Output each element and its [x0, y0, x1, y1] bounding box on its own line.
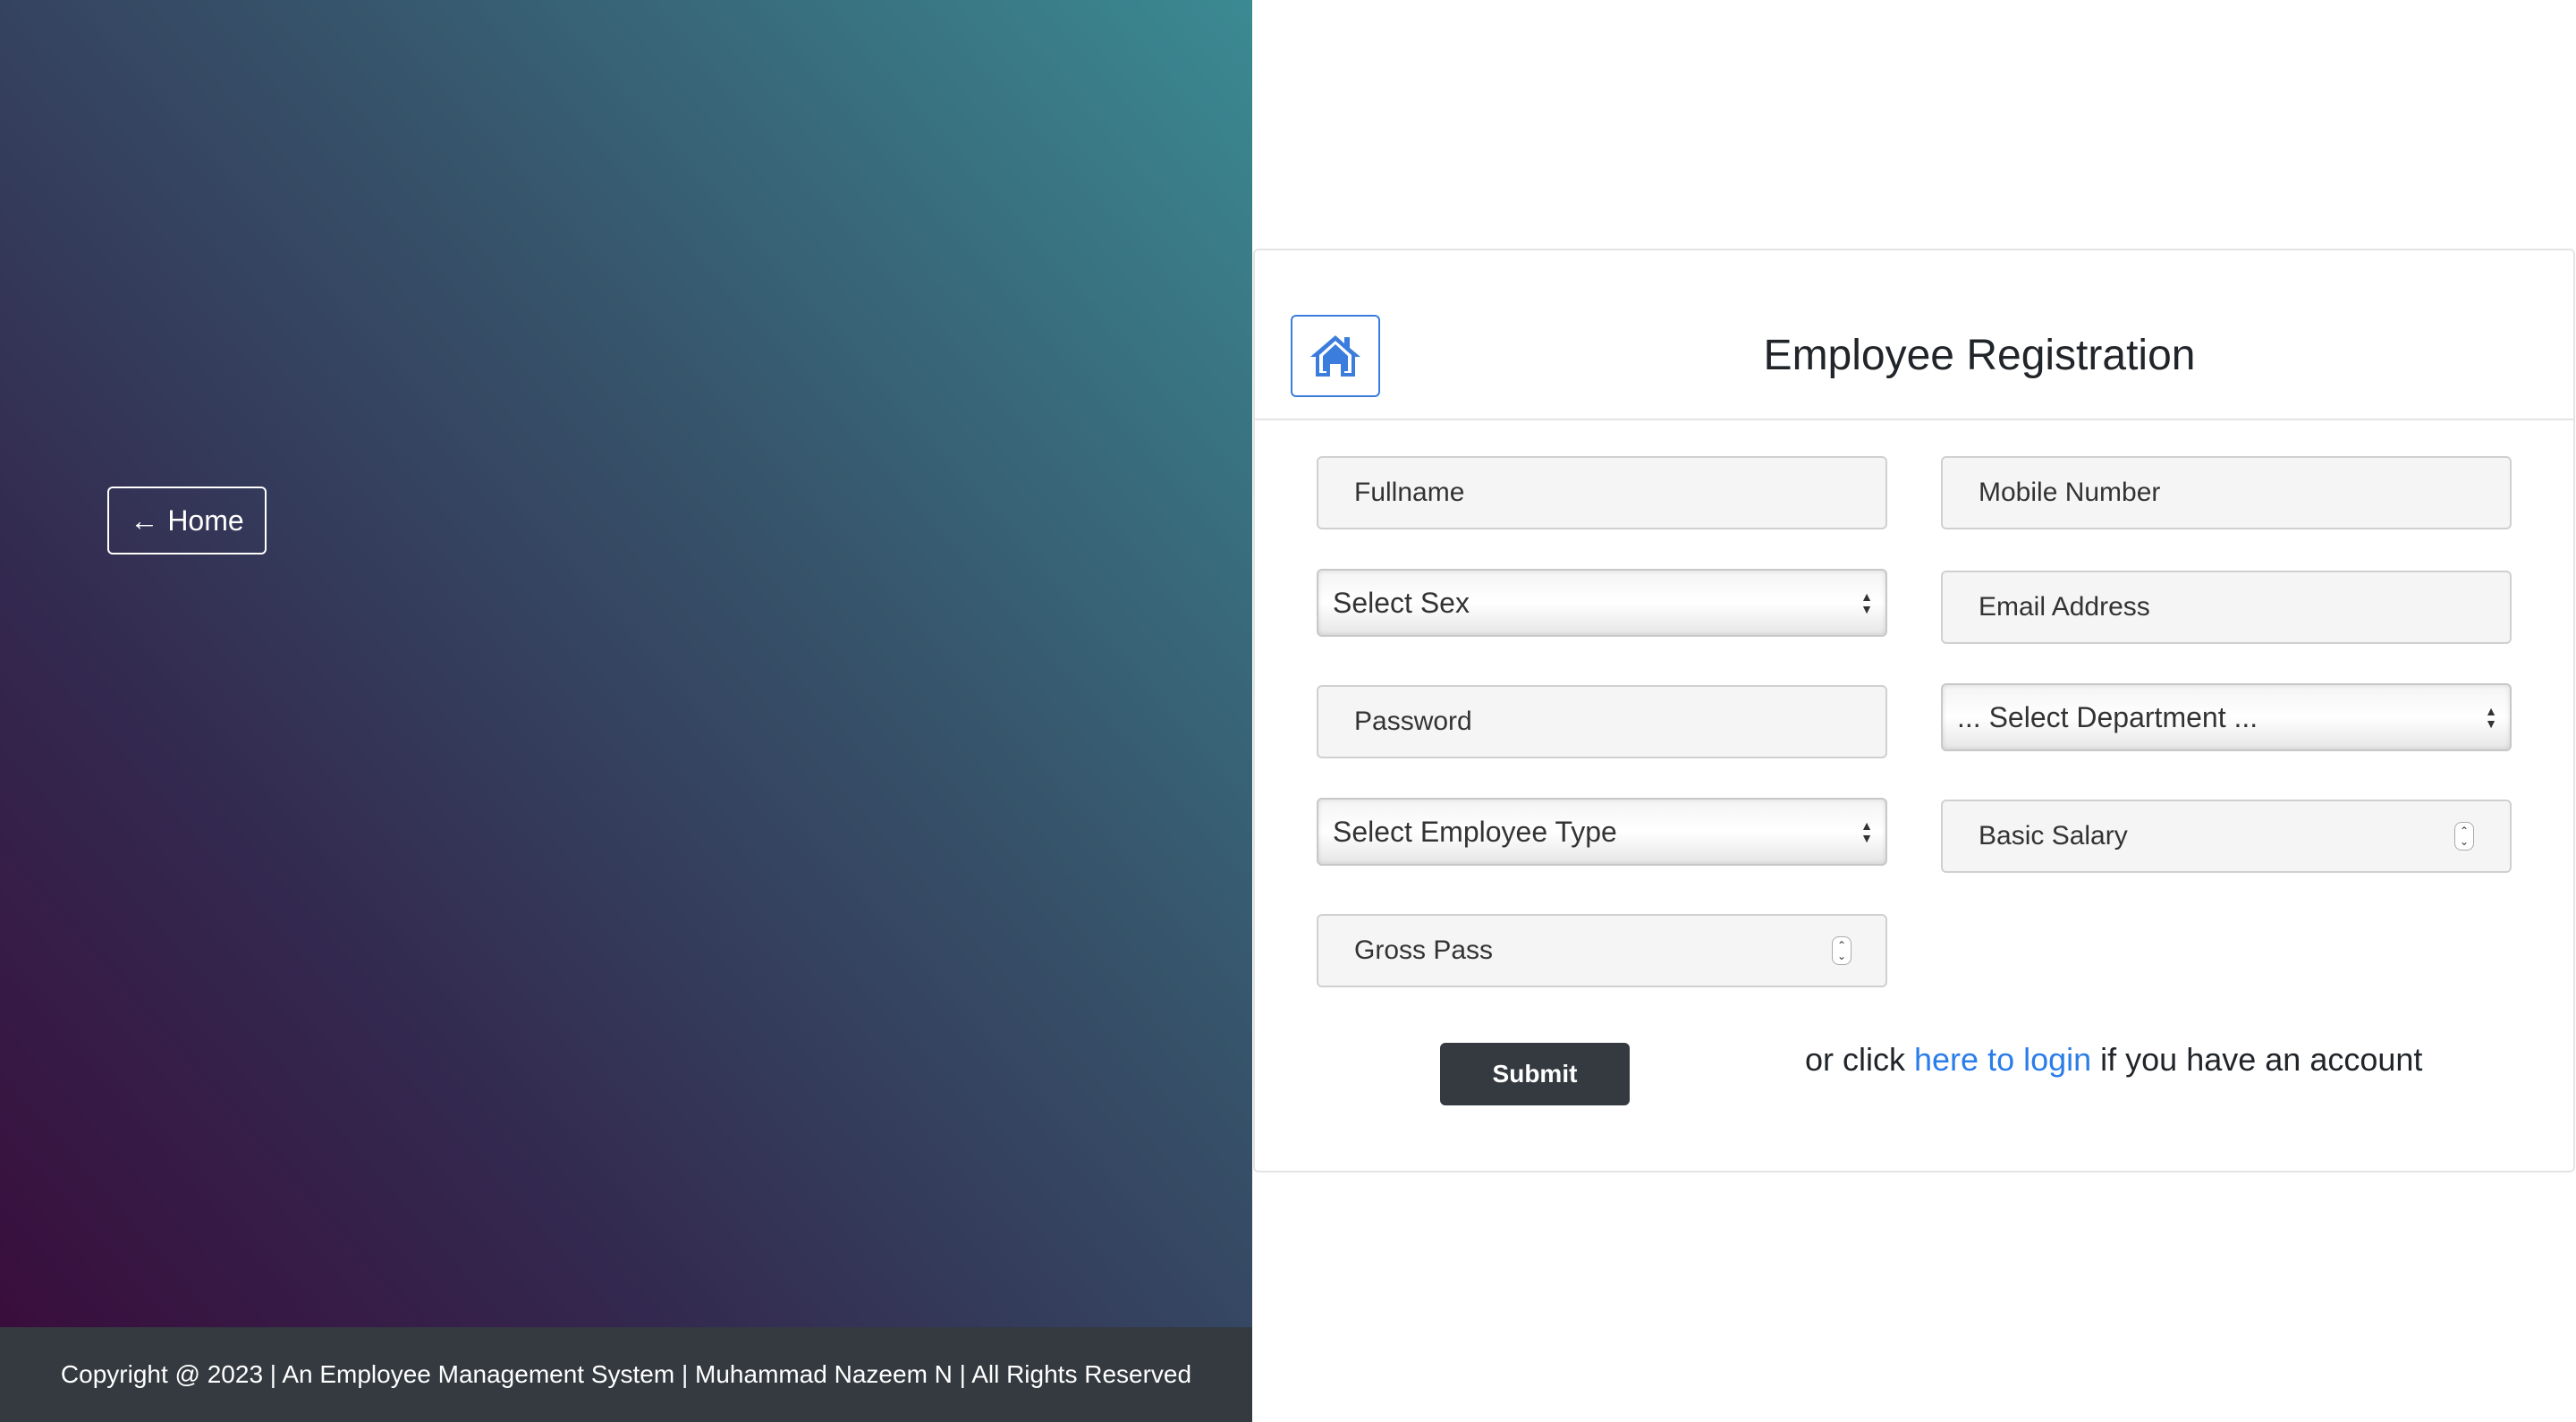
department-select[interactable]: ... Select Department ... ▲ ▼ — [1941, 683, 2512, 751]
password-input[interactable]: Password — [1317, 685, 1887, 758]
select-arrows-icon: ▲ ▼ — [1860, 818, 1873, 845]
sex-select-value: Select Sex — [1333, 586, 1470, 619]
login-suffix: if you have an account — [2091, 1041, 2423, 1078]
password-placeholder: Password — [1354, 707, 1472, 736]
email-address-placeholder: Email Address — [1979, 592, 2150, 622]
mobile-number-placeholder: Mobile Number — [1979, 478, 2161, 507]
spinner-icon[interactable]: ⌃ ⌄ — [1832, 936, 1852, 965]
select-arrows-icon: ▲ ▼ — [1860, 589, 1873, 616]
email-address-input[interactable]: Email Address — [1941, 571, 2512, 644]
submit-button-label: Submit — [1492, 1060, 1578, 1088]
gross-pass-input[interactable]: Gross Pass ⌃ ⌄ — [1317, 914, 1887, 987]
select-arrows-icon: ▲ ▼ — [2485, 704, 2497, 731]
login-prefix: or click — [1805, 1041, 1915, 1078]
submit-button[interactable]: Submit — [1440, 1043, 1630, 1105]
employee-type-select-value: Select Employee Type — [1333, 815, 1617, 848]
login-link[interactable]: here to login — [1914, 1041, 2091, 1078]
home-button[interactable]: ← Home — [107, 487, 267, 554]
employee-type-select[interactable]: Select Employee Type ▲ ▼ — [1317, 798, 1887, 866]
home-button-label: Home — [167, 504, 244, 537]
spinner-icon[interactable]: ⌃ ⌄ — [2454, 822, 2474, 851]
gross-pass-placeholder: Gross Pass — [1354, 935, 1494, 965]
footer: Copyright @ 2023 | An Employee Managemen… — [0, 1327, 1252, 1422]
sex-select[interactable]: Select Sex ▲ ▼ — [1317, 569, 1887, 637]
login-prompt: or click here to login if you have an ac… — [1805, 1041, 2422, 1079]
department-select-value: ... Select Department ... — [1957, 700, 2258, 733]
arrow-left-icon: ← — [130, 504, 159, 537]
card-header: Employee Registration — [1255, 250, 2573, 420]
left-panel: ← Home Copyright @ 2023 | An Employee Ma… — [0, 0, 1252, 1422]
basic-salary-placeholder: Basic Salary — [1979, 821, 2128, 851]
page-title: Employee Registration — [1763, 332, 2196, 379]
fullname-input[interactable]: Fullname — [1317, 456, 1887, 529]
mobile-number-input[interactable]: Mobile Number — [1941, 456, 2512, 529]
fullname-placeholder: Fullname — [1354, 478, 1465, 507]
basic-salary-input[interactable]: Basic Salary ⌃ ⌄ — [1941, 800, 2512, 873]
footer-text: Copyright @ 2023 | An Employee Managemen… — [60, 1360, 1192, 1388]
